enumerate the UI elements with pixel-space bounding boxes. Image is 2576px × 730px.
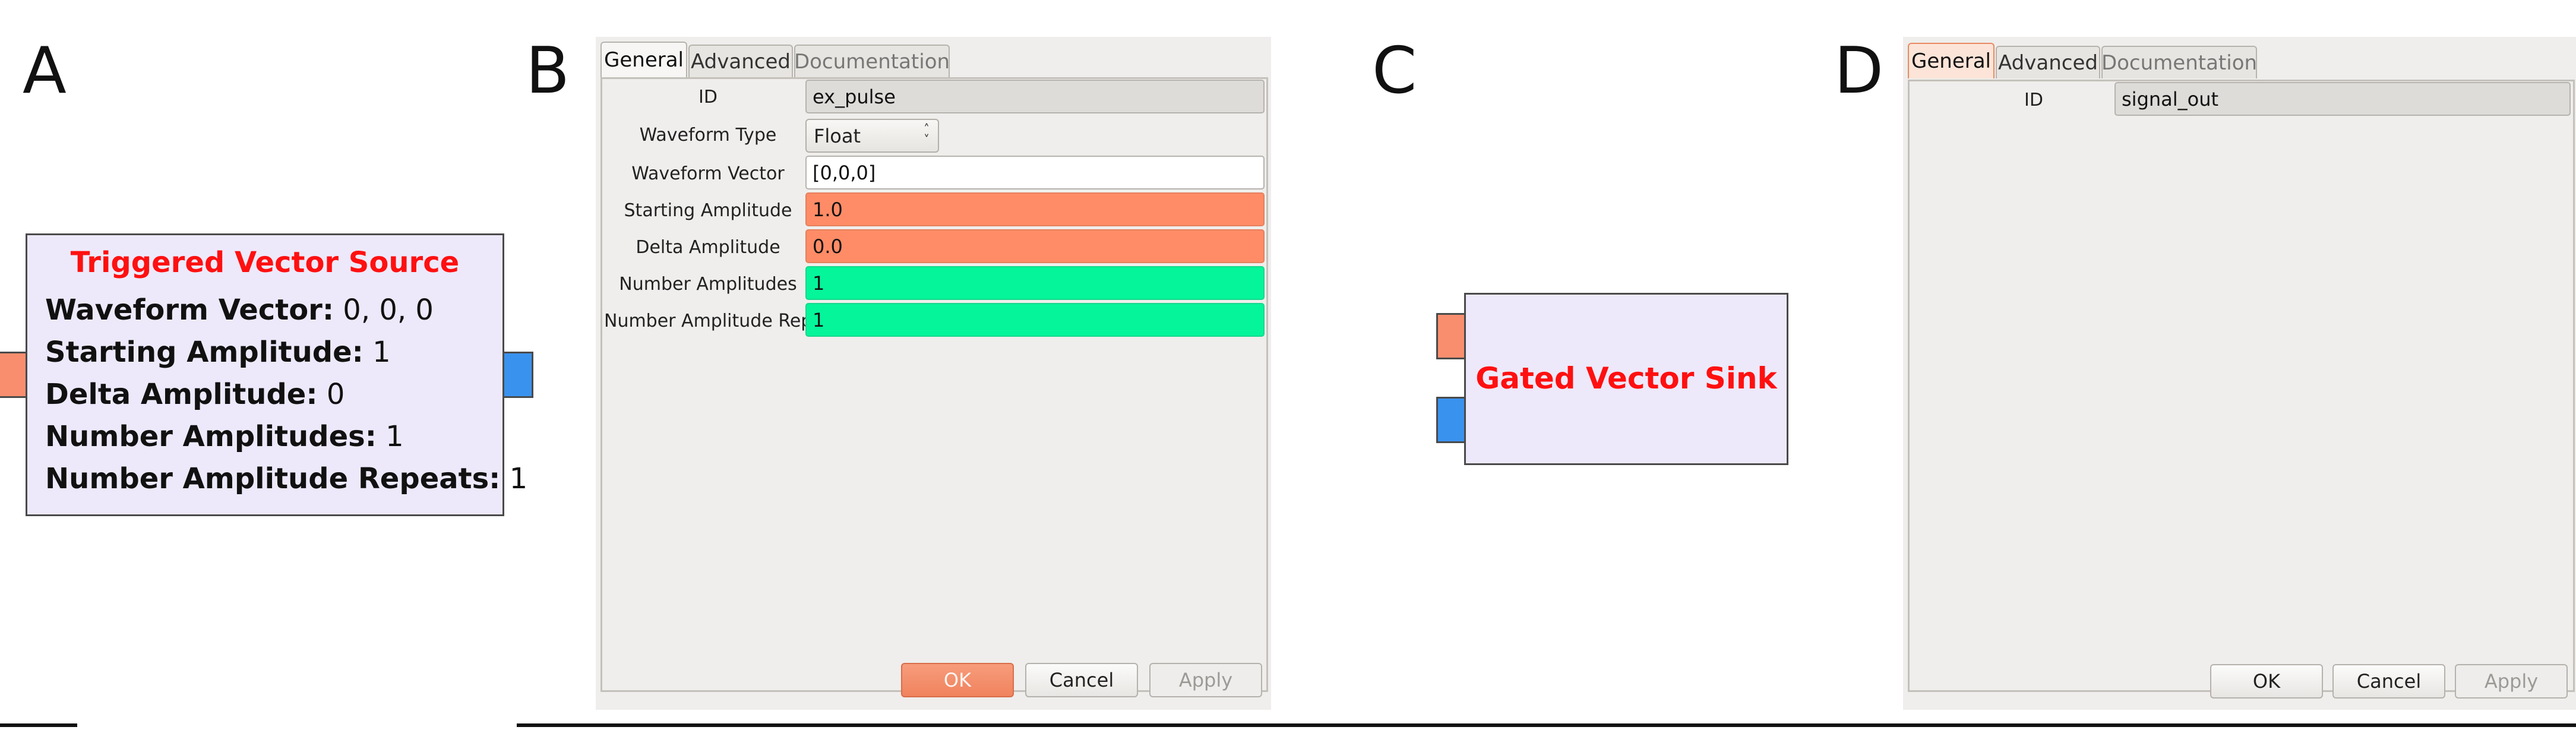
waveform-vector-field[interactable]: [0,0,0] xyxy=(805,156,1265,189)
tab-advanced[interactable]: Advanced xyxy=(688,45,793,77)
input-port[interactable] xyxy=(1436,313,1467,359)
properties-dialog-d: General Advanced Documentation ID signal… xyxy=(1903,37,2576,710)
number-amplitudes-field[interactable]: 1 xyxy=(805,266,1265,300)
label-starting-amplitude: Starting Amplitude xyxy=(624,200,792,221)
param-number-amplitudes: Number Amplitudes: 1 xyxy=(45,420,404,453)
label-waveform-type: Waveform Type xyxy=(639,125,777,146)
param-number-amplitude-repeats: Number Amplitude Repeats: 1 xyxy=(45,462,528,495)
panel-label-b: B xyxy=(526,34,570,108)
id-field[interactable]: ex_pulse xyxy=(805,80,1265,113)
delta-amplitude-field[interactable]: 0.0 xyxy=(805,229,1265,263)
ok-button[interactable]: OK xyxy=(901,663,1014,697)
param-delta-amplitude: Delta Amplitude: 0 xyxy=(45,378,345,411)
waveform-type-value: Float xyxy=(814,124,861,147)
tab-documentation[interactable]: Documentation xyxy=(2101,46,2257,78)
output-port[interactable] xyxy=(502,352,533,398)
waveform-type-select[interactable]: Float ˄ ˅ xyxy=(805,119,939,153)
tab-general[interactable]: General xyxy=(1908,43,1995,78)
spin-arrows-icon: ˄ ˅ xyxy=(924,122,930,147)
divider-line xyxy=(0,723,77,727)
param-starting-amplitude: Starting Amplitude: 1 xyxy=(45,336,391,369)
panel-label-d: D xyxy=(1834,34,1884,108)
label-number-amplitudes: Number Amplitudes xyxy=(619,274,797,295)
tab-general[interactable]: General xyxy=(600,42,687,77)
block-title: Gated Vector Sink xyxy=(1475,361,1777,396)
param-waveform-vector: Waveform Vector: 0, 0, 0 xyxy=(45,293,434,327)
block-title: Triggered Vector Source xyxy=(70,246,460,279)
number-amplitude-repeats-field[interactable]: 1 xyxy=(805,303,1265,337)
label-id: ID xyxy=(2024,90,2043,110)
apply-button[interactable]: Apply xyxy=(1149,663,1262,697)
tab-advanced[interactable]: Advanced xyxy=(1996,46,2100,78)
gated-vector-sink-block[interactable]: Gated Vector Sink xyxy=(1464,293,1788,465)
label-delta-amplitude: Delta Amplitude xyxy=(636,237,780,258)
input-port[interactable] xyxy=(0,352,27,398)
id-field[interactable]: signal_out xyxy=(2114,82,2571,116)
general-tab-panel xyxy=(1908,80,2575,692)
apply-button[interactable]: Apply xyxy=(2455,664,2568,699)
label-waveform-vector: Waveform Vector xyxy=(631,163,785,184)
cancel-button[interactable]: Cancel xyxy=(2332,664,2445,699)
ok-button[interactable]: OK xyxy=(2210,664,2323,699)
cancel-button[interactable]: Cancel xyxy=(1025,663,1138,697)
properties-dialog-b: General Advanced Documentation ID ex_pul… xyxy=(596,37,1271,710)
panel-label-a: A xyxy=(23,34,67,108)
starting-amplitude-field[interactable]: 1.0 xyxy=(805,192,1265,226)
divider-line xyxy=(517,723,2576,727)
label-number-amplitude-repeats: Number Amplitude Repeat xyxy=(604,311,806,331)
label-id: ID xyxy=(698,87,718,108)
panel-label-c: C xyxy=(1372,34,1417,108)
triggered-vector-source-block[interactable]: Triggered Vector Source Waveform Vector:… xyxy=(26,233,527,516)
enable-port[interactable] xyxy=(1436,397,1467,443)
tab-documentation[interactable]: Documentation xyxy=(794,45,950,77)
